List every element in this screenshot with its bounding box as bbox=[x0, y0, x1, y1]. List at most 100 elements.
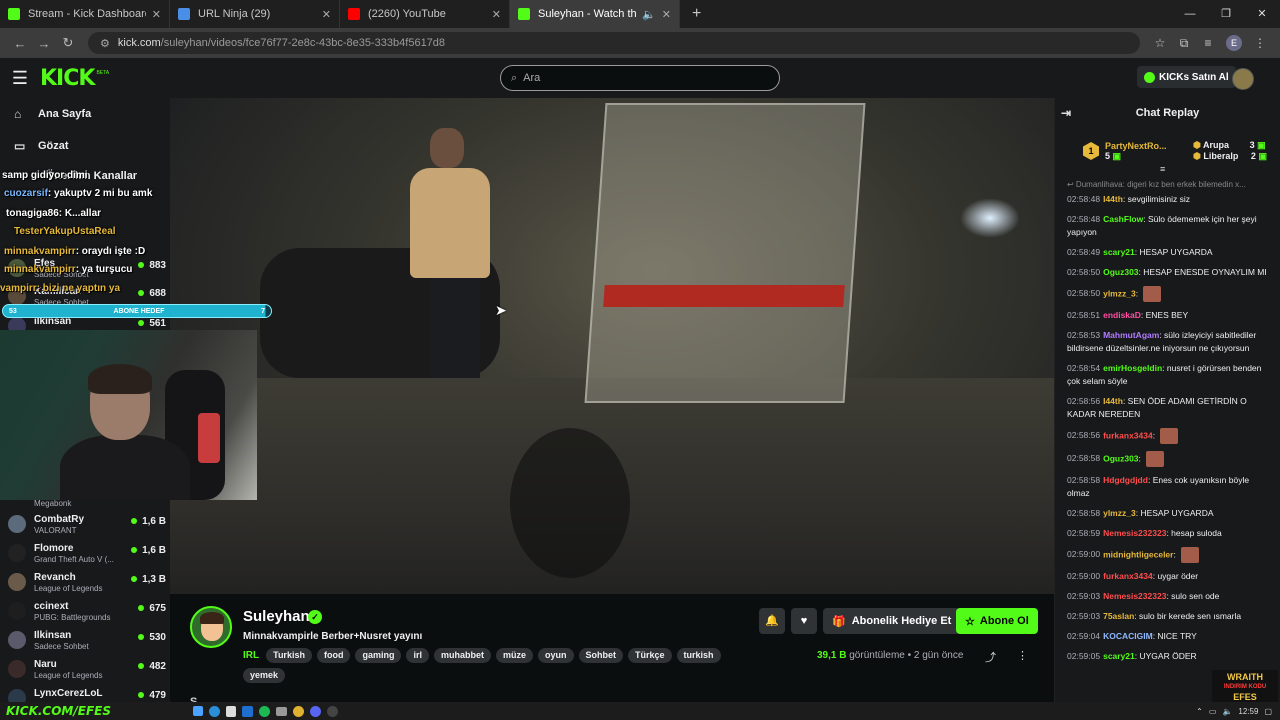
message-username[interactable]: Oguz303 bbox=[1103, 453, 1138, 463]
message-username[interactable]: 75aslan bbox=[1103, 611, 1134, 621]
channel-item[interactable]: ccinext PUBG: Battlegrounds 675 bbox=[8, 601, 166, 629]
message-username[interactable]: midnightligeceler bbox=[1103, 549, 1173, 559]
notifications-icon[interactable]: ▢ bbox=[1264, 707, 1272, 716]
sidebar-item-home[interactable]: ⌂ Ana Sayfa bbox=[0, 98, 170, 130]
follow-heart-button[interactable]: ♥ bbox=[791, 608, 817, 634]
channel-item[interactable]: Flomore Grand Theft Auto V (... 1,6 B bbox=[8, 543, 166, 571]
channel-category: Sadece Sohbet bbox=[34, 642, 89, 651]
message-username[interactable]: scary21 bbox=[1103, 247, 1135, 257]
site-info-icon[interactable]: ⚙ bbox=[100, 37, 110, 50]
message-username[interactable]: I44th bbox=[1103, 194, 1123, 204]
tag-chip[interactable]: irl bbox=[406, 648, 429, 663]
streamer-avatar[interactable] bbox=[190, 606, 232, 648]
message-username[interactable]: MahmutAgam bbox=[1103, 330, 1159, 340]
message-username[interactable]: furkanx3434 bbox=[1103, 571, 1153, 581]
close-window-icon[interactable]: ✕ bbox=[1244, 0, 1280, 28]
close-tab-icon[interactable]: ✕ bbox=[152, 8, 161, 21]
network-icon[interactable]: ▭ bbox=[1209, 707, 1217, 716]
notification-bell-button[interactable]: 🔔 bbox=[759, 608, 785, 634]
message-timestamp: 02:59:04 bbox=[1067, 631, 1101, 641]
channel-item[interactable]: Naru League of Legends 482 bbox=[8, 659, 166, 687]
webcam-hair bbox=[88, 364, 152, 394]
message-username[interactable]: furkanx3434 bbox=[1103, 430, 1153, 440]
viewer-count: 482 bbox=[138, 661, 166, 672]
browser-menu-icon[interactable]: ⋮ bbox=[1248, 36, 1272, 50]
tag-chip[interactable]: yemek bbox=[243, 668, 286, 683]
chrome-icon[interactable] bbox=[293, 705, 304, 717]
outlook-icon[interactable] bbox=[242, 705, 253, 717]
tag-chip[interactable]: Türkçe bbox=[628, 648, 672, 663]
tag-chip[interactable]: Turkish bbox=[266, 648, 312, 663]
message-username[interactable]: I44th bbox=[1103, 396, 1123, 406]
speaker-icon[interactable]: 🔈 bbox=[642, 8, 656, 21]
streamer-name[interactable]: Suleyhan bbox=[243, 608, 310, 625]
buy-kicks-button[interactable]: KICKs Satın Al bbox=[1137, 66, 1236, 88]
channel-item[interactable]: Revanch League of Legends 1,3 B bbox=[8, 572, 166, 600]
share-icon[interactable]: ⤴ bbox=[985, 649, 996, 665]
tray-chevron-icon[interactable]: ⌃ bbox=[1196, 707, 1203, 716]
edge-icon[interactable] bbox=[209, 705, 220, 717]
forward-icon[interactable]: → bbox=[32, 36, 56, 51]
tag-chip[interactable]: food bbox=[316, 648, 351, 663]
message-username[interactable]: Nemesis232323 bbox=[1103, 591, 1166, 601]
category-link[interactable]: IRL bbox=[243, 648, 259, 663]
search-input[interactable]: ⌕ Ara bbox=[500, 65, 780, 91]
message-username[interactable]: CashFlow bbox=[1103, 214, 1143, 224]
user-avatar[interactable] bbox=[1232, 68, 1254, 90]
message-username[interactable]: KOCACIGIM bbox=[1103, 631, 1153, 641]
tag-chip[interactable]: turkish bbox=[676, 648, 721, 663]
clock[interactable]: 12:59 bbox=[1238, 707, 1258, 716]
tag-chip[interactable]: Sohbet bbox=[578, 648, 624, 663]
collapse-leaderboard-icon[interactable]: ≡ bbox=[1160, 164, 1165, 174]
more-options-icon[interactable]: ⋮ bbox=[1017, 649, 1028, 662]
video-player[interactable] bbox=[170, 98, 1054, 594]
subscribe-button[interactable]: ☆ Abone Ol bbox=[956, 608, 1038, 634]
back-icon[interactable]: ← bbox=[8, 36, 32, 51]
message-username[interactable]: endiskaD bbox=[1103, 310, 1141, 320]
hamburger-menu-icon[interactable]: ☰ bbox=[0, 68, 40, 89]
tag-chip[interactable]: gaming bbox=[355, 648, 402, 663]
close-tab-icon[interactable]: ✕ bbox=[662, 8, 671, 21]
tag-chip[interactable]: muhabbet bbox=[433, 648, 491, 663]
bookmark-star-icon[interactable]: ☆ bbox=[1148, 36, 1172, 50]
profile-avatar[interactable]: E bbox=[1226, 35, 1242, 51]
browser-tab-youtube[interactable]: (2260) YouTube ✕ bbox=[340, 0, 510, 28]
volume-icon[interactable]: 🔈 bbox=[1222, 707, 1232, 716]
channel-item[interactable]: CombatRy VALORANT 1,6 B bbox=[8, 514, 166, 542]
url-field[interactable]: ⚙ kick.com /suleyhan/videos/fce76f77-2e8… bbox=[88, 32, 1140, 54]
extensions-icon[interactable]: ⧉ bbox=[1172, 36, 1196, 51]
discord-icon[interactable] bbox=[310, 705, 321, 717]
message-username[interactable]: emirHosgeldin bbox=[1103, 363, 1162, 373]
tag-chip[interactable]: müze bbox=[496, 648, 534, 663]
media-icon[interactable]: ≡ bbox=[1196, 36, 1220, 50]
message-username[interactable]: scary21 bbox=[1103, 651, 1135, 661]
new-tab-button[interactable]: + bbox=[692, 5, 701, 23]
channel-category: League of Legends bbox=[34, 671, 103, 680]
message-username[interactable]: Hdgdgdjdd bbox=[1103, 475, 1148, 485]
message-timestamp: 02:58:53 bbox=[1067, 330, 1101, 340]
close-tab-icon[interactable]: ✕ bbox=[322, 8, 331, 21]
notepad-icon[interactable] bbox=[226, 705, 236, 717]
browser-tab-suleyhan-vod[interactable]: Suleyhan - Watch the VOD 🔈 ✕ bbox=[510, 0, 680, 28]
video-app-icon[interactable] bbox=[276, 706, 287, 716]
collapse-chat-icon[interactable]: ⇥ bbox=[1061, 106, 1071, 120]
restore-icon[interactable]: ❐ bbox=[1208, 0, 1244, 28]
message-username[interactable]: Oguz303 bbox=[1103, 267, 1138, 277]
video-glass-cart bbox=[584, 103, 866, 403]
reload-icon[interactable]: ↻ bbox=[56, 35, 80, 51]
message-username[interactable]: ylmzz_3 bbox=[1103, 288, 1136, 298]
message-username[interactable]: Nemesis232323 bbox=[1103, 528, 1166, 538]
gift-subscription-button[interactable]: 🎁 Abonelik Hediye Et bbox=[823, 608, 961, 634]
close-tab-icon[interactable]: ✕ bbox=[492, 8, 501, 21]
minimize-icon[interactable]: — bbox=[1172, 0, 1208, 28]
channel-item[interactable]: Ilkinsan Sadece Sohbet 530 bbox=[8, 630, 166, 658]
sidebar-item-browse[interactable]: ▭ Gözat bbox=[0, 130, 170, 162]
windows-start-icon[interactable] bbox=[193, 706, 203, 716]
spotify-icon[interactable] bbox=[259, 705, 270, 717]
message-username[interactable]: ylmzz_3 bbox=[1103, 508, 1136, 518]
kick-logo[interactable]: KICK bbox=[40, 66, 95, 91]
browser-tab-kick-dashboard[interactable]: Stream - Kick Dashboard ✕ bbox=[0, 0, 170, 28]
tag-chip[interactable]: oyun bbox=[538, 648, 574, 663]
obs-icon[interactable] bbox=[327, 705, 338, 717]
browser-tab-url-ninja[interactable]: URL Ninja (29) ✕ bbox=[170, 0, 340, 28]
